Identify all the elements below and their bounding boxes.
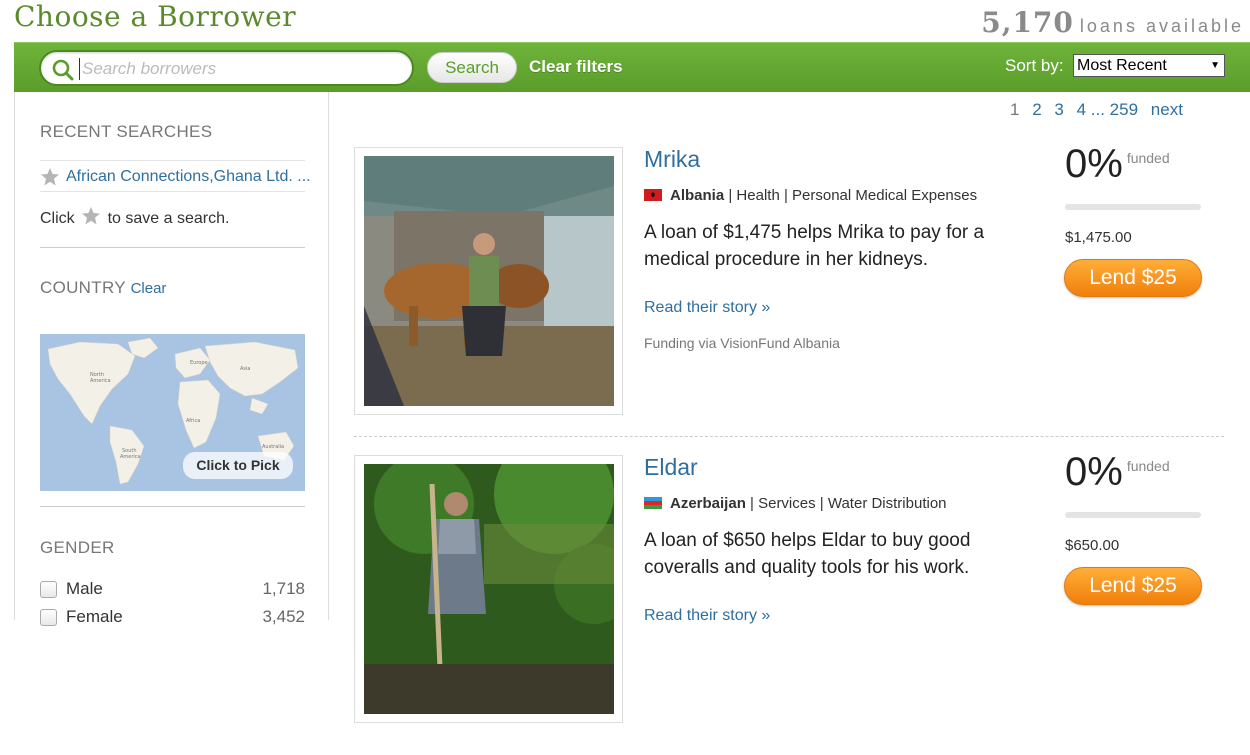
recent-searches-heading: RECENT SEARCHES (40, 122, 213, 141)
page-link-1[interactable]: 1 (1010, 100, 1019, 119)
lend-button[interactable]: Lend $25 (1064, 259, 1202, 297)
male-checkbox[interactable] (40, 581, 57, 598)
dropdown-arrow-icon: ▼ (1210, 60, 1220, 71)
loan-activity: Water Distribution (827, 495, 947, 512)
pagination: 1 2 3 4 ... 259 next (1010, 100, 1191, 120)
divider (40, 506, 305, 507)
lend-button[interactable]: Lend $25 (1064, 567, 1202, 605)
gender-option-female[interactable]: Female 3,452 (40, 607, 305, 631)
funded-percent: 0% funded (1065, 450, 1170, 495)
read-story-link[interactable]: Read their story » (644, 299, 770, 317)
loan-activity: Personal Medical Expenses (792, 187, 978, 204)
page-title: Choose a Borrower (14, 0, 297, 33)
filter-toolbar: Search Clear filters Sort by: Most Recen… (14, 42, 1250, 92)
recent-search-item[interactable]: African Connections,Ghana Ltd. ... (40, 160, 311, 192)
funded-value: 0% (1065, 450, 1123, 494)
borrower-name-link[interactable]: Eldar (644, 454, 698, 481)
borrower-name-link[interactable]: Mrika (644, 146, 700, 173)
loan-description: A loan of $650 helps Eldar to buy good c… (644, 530, 971, 578)
recent-search-link[interactable]: African Connections,Ghana Ltd. ... (66, 168, 311, 186)
loans-count: 5,170 (981, 6, 1074, 39)
svg-text:Europe: Europe (190, 360, 208, 366)
loans-label: loans available (1079, 16, 1244, 36)
read-story-link[interactable]: Read their story » (644, 607, 770, 625)
page-link-4[interactable]: 4 ... 259 (1077, 100, 1138, 119)
loan-meta: Azerbaijan | Services | Water Distributi… (644, 495, 947, 512)
funded-label: funded (1126, 150, 1170, 166)
funded-value: 0% (1065, 142, 1123, 186)
loan-country: Albania (670, 187, 725, 204)
loan-card: Mrika Albania | Health | Personal Medica… (354, 142, 1224, 447)
borrower-photo-frame[interactable] (354, 147, 623, 415)
country-clear-link[interactable]: Clear (131, 280, 167, 297)
gender-label: Male (66, 579, 103, 598)
country-heading: COUNTRY Clear (40, 278, 166, 298)
click-to-pick-button[interactable]: Click to Pick (183, 452, 293, 479)
female-checkbox[interactable] (40, 609, 57, 626)
funded-percent: 0% funded (1065, 142, 1170, 187)
search-button[interactable]: Search (427, 52, 517, 83)
loan-amount: $1,475.00 (1065, 229, 1132, 246)
country-map[interactable]: North America South America Africa Asia Eu… (40, 334, 305, 491)
clear-filters-link[interactable]: Clear filters (529, 57, 623, 77)
gender-heading: GENDER (40, 538, 115, 557)
sort-label: Sort by: (1005, 56, 1064, 75)
save-hint-suffix: to save a search. (107, 210, 230, 227)
star-icon (82, 207, 101, 225)
field-partner: Funding via VisionFund Albania (644, 335, 840, 351)
loan-card: Eldar Azerbaijan | Services | Water Dist… (354, 450, 1224, 755)
svg-text:Australia: Australia (262, 444, 284, 450)
gender-count: 3,452 (262, 607, 305, 626)
borrower-photo[interactable] (364, 156, 614, 406)
star-icon[interactable] (40, 167, 60, 187)
loan-divider (354, 436, 1224, 437)
svg-text:America: America (120, 454, 141, 460)
loan-sector: Services (758, 495, 816, 512)
azerbaijan-flag-icon (644, 497, 662, 509)
loan-amount: $650.00 (1065, 537, 1120, 554)
loan-description: A loan of $1,475 helps Mrika to pay for … (644, 222, 985, 270)
borrower-photo[interactable] (364, 464, 614, 714)
loans-available: 5,170 loans available (981, 6, 1244, 39)
svg-text:America: America (90, 378, 111, 384)
search-box[interactable] (39, 50, 414, 86)
save-search-hint: Click to save a search. (40, 206, 229, 228)
filter-sidebar: RECENT SEARCHES African Connections,Ghan… (14, 92, 329, 626)
search-icon (52, 59, 74, 81)
loan-meta: Albania | Health | Personal Medical Expe… (644, 187, 977, 204)
funding-progress-bar (1065, 204, 1201, 210)
sort-select[interactable]: Most Recent ▼ (1073, 54, 1225, 77)
gender-count: 1,718 (262, 579, 305, 598)
search-input[interactable] (79, 58, 399, 80)
borrower-photo-frame[interactable] (354, 455, 623, 723)
save-hint-prefix: Click (40, 210, 75, 227)
sort-value: Most Recent (1077, 57, 1167, 74)
loan-country: Azerbaijan (670, 495, 746, 512)
next-page-link[interactable]: next (1151, 100, 1183, 119)
funding-progress-bar (1065, 512, 1201, 518)
gender-option-male[interactable]: Male 1,718 (40, 579, 305, 603)
gender-label: Female (66, 607, 123, 626)
page-link-3[interactable]: 3 (1054, 100, 1063, 119)
divider (40, 247, 305, 248)
svg-text:Africa: Africa (186, 418, 200, 424)
loan-sector: Health (736, 187, 780, 204)
page-link-2[interactable]: 2 (1032, 100, 1041, 119)
country-heading-label: COUNTRY (40, 278, 126, 297)
svg-text:Asia: Asia (240, 366, 250, 372)
albania-flag-icon (644, 189, 662, 201)
funded-label: funded (1126, 458, 1170, 474)
